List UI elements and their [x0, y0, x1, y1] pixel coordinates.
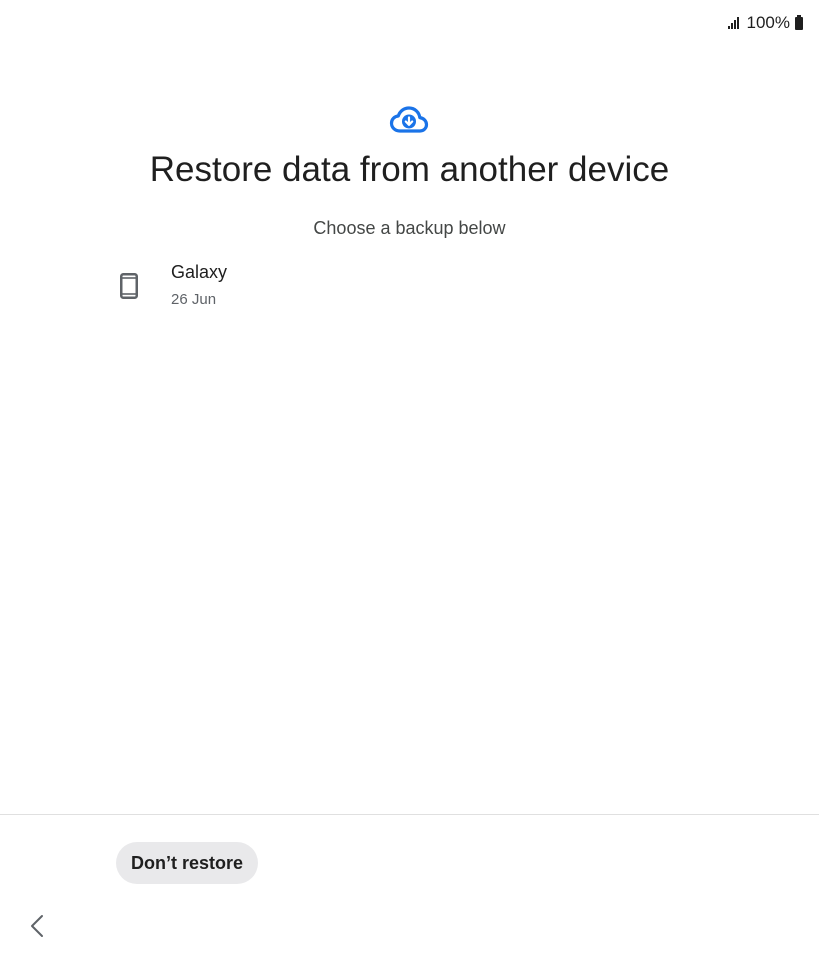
phone-icon: [120, 273, 138, 299]
page-title: Restore data from another device: [149, 150, 670, 189]
status-bar: 100%: [727, 12, 803, 34]
page-subtitle: Choose a backup below: [313, 218, 506, 238]
dont-restore-button[interactable]: Don’t restore: [116, 842, 259, 884]
cloud-download-icon: [389, 106, 429, 133]
footer-divider: [0, 814, 819, 815]
signal-icon: [727, 17, 739, 29]
backup-device-name: Galaxy: [171, 262, 228, 282]
battery-icon: [795, 14, 803, 30]
backup-item-galaxy[interactable]: Galaxy 26 Jun: [100, 256, 720, 318]
restore-screen: 100% Restore data from another device Ch…: [0, 0, 819, 954]
battery-percentage: 100%: [746, 13, 790, 32]
chevron-left-icon[interactable]: [26, 912, 50, 940]
backup-date: 26 Jun: [171, 291, 217, 308]
